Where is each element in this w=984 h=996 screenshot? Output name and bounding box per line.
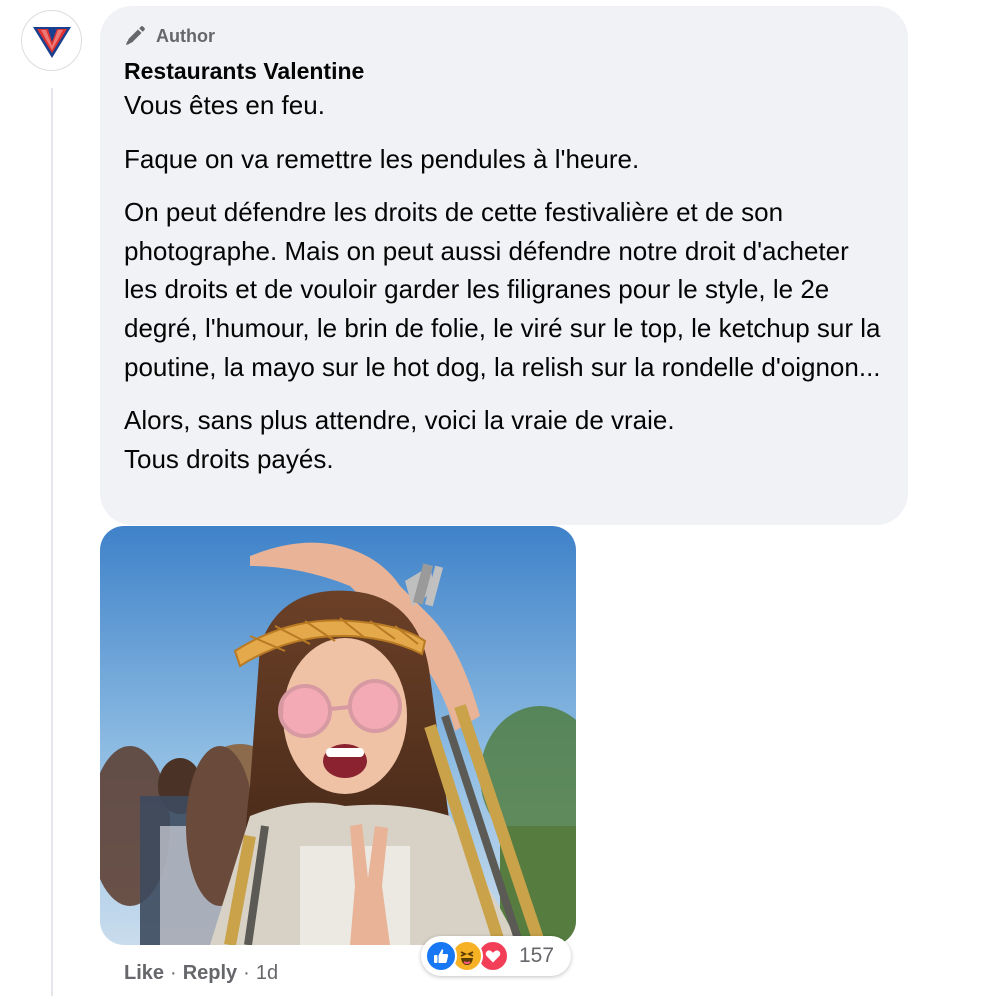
valentine-logo-icon — [29, 18, 74, 63]
timestamp[interactable]: 1d — [256, 962, 278, 985]
attached-photo[interactable] — [100, 526, 576, 945]
avatar[interactable] — [21, 10, 82, 71]
reactions-summary[interactable]: 157 — [421, 936, 571, 976]
pencil-icon — [126, 26, 145, 45]
comment-paragraph: Alors, sans plus attendre, voici la vrai… — [124, 401, 884, 478]
comment-bubble: Author Restaurants Valentine Vous êtes e… — [100, 6, 908, 525]
reaction-count: 157 — [519, 944, 555, 967]
separator: · — [243, 961, 250, 984]
comment-line: Alors, sans plus attendre, voici la vrai… — [124, 405, 675, 436]
comment-paragraph: Faque on va remettre les pendules à l'he… — [124, 143, 640, 174]
author-name[interactable]: Restaurants Valentine — [124, 56, 884, 86]
like-link[interactable]: Like — [124, 962, 164, 985]
author-badge: Author — [124, 24, 884, 48]
thread-line — [51, 88, 53, 996]
separator: · — [170, 961, 177, 984]
reply-link[interactable]: Reply — [183, 962, 237, 985]
like-icon — [425, 940, 457, 972]
author-badge-label: Author — [156, 25, 215, 46]
comment-line: Tous droits payés. — [124, 443, 334, 474]
comment-paragraph: Vous êtes en feu. — [124, 90, 325, 120]
comment-paragraph: On peut défendre les droits de cette fes… — [124, 197, 881, 382]
comment-actions: Like · Reply · 1d — [124, 958, 278, 988]
